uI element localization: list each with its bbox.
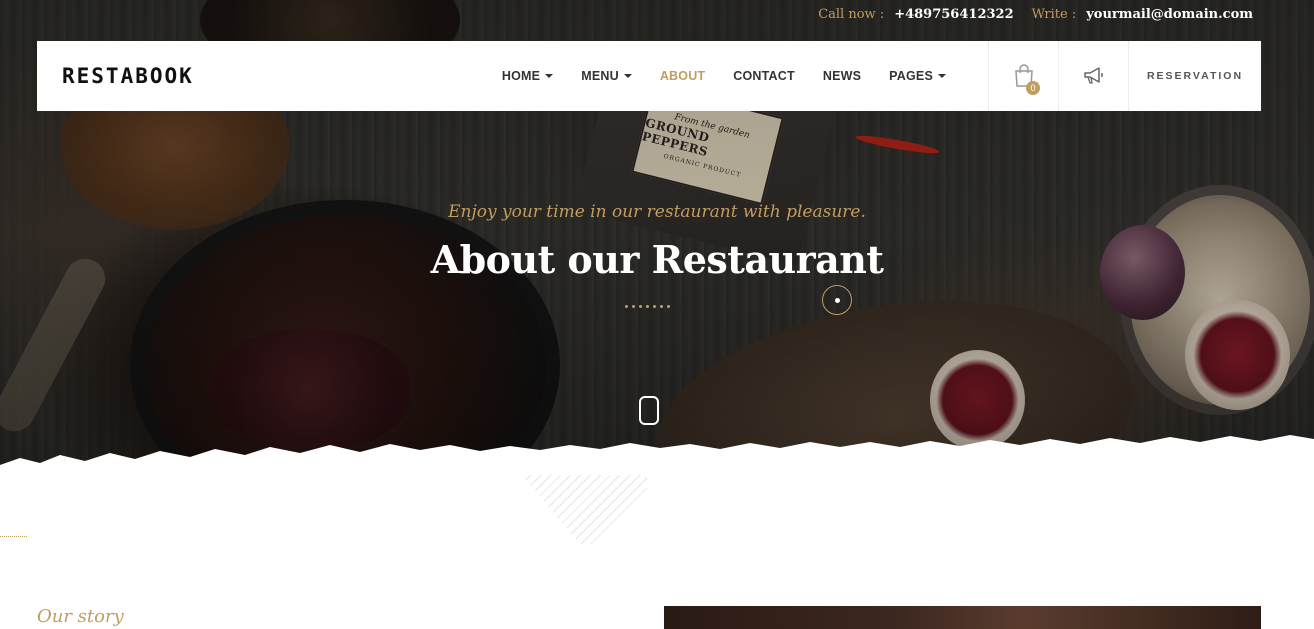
nav-label: PAGES <box>889 69 933 83</box>
caret-down-icon <box>938 74 946 78</box>
bag-label-line1: From the garden <box>673 111 751 141</box>
caret-down-icon <box>623 74 632 78</box>
chili-image <box>854 132 941 157</box>
page-title: About our Restaurant <box>430 237 884 282</box>
nav-item-menu[interactable]: MENU <box>567 69 646 83</box>
logo[interactable]: RESTABOOK <box>62 64 194 88</box>
nav-item-about[interactable]: ABOUT <box>646 69 719 83</box>
call-label: Call now : <box>818 7 885 22</box>
cart-count-badge: 0 <box>1026 81 1040 95</box>
story-image <box>664 606 1261 629</box>
nav-label: HOME <box>501 69 541 83</box>
main-header: RESTABOOK HOME MENU ABOUT CONTACT NEWS P… <box>37 41 1261 111</box>
scroll-down-icon[interactable] <box>639 396 659 425</box>
nav-label: MENU <box>581 69 619 83</box>
email-link[interactable]: yourmail@domain.com <box>1086 7 1253 22</box>
announcement-button[interactable] <box>1058 41 1128 111</box>
nav-label: NEWS <box>822 69 862 83</box>
nav-label: CONTACT <box>733 69 795 83</box>
bag-label-line2: GROUND PEPPERS <box>640 115 712 159</box>
hero-subtitle: Enjoy your time in our restaurant with p… <box>448 202 866 222</box>
reservation-button[interactable]: RESERVATION <box>1128 41 1261 111</box>
fig-half-image-2 <box>1185 300 1290 410</box>
decorative-dotted-line <box>0 536 27 537</box>
contact-bar: Call now : +489756412322 Write : yourmai… <box>818 7 1261 22</box>
phone-link[interactable]: +489756412322 <box>894 7 1013 22</box>
caret-down-icon <box>545 74 554 78</box>
nav-item-news[interactable]: NEWS <box>809 69 875 83</box>
nav-item-home[interactable]: HOME <box>488 69 567 83</box>
megaphone-icon <box>1083 67 1103 84</box>
bag-label-line3: ORGANIC PRODUCT <box>662 152 742 179</box>
nav-item-contact[interactable]: CONTACT <box>719 69 809 83</box>
title-divider-dots <box>625 305 670 308</box>
hero-dot-button[interactable] <box>822 285 852 315</box>
write-label: Write : <box>1031 7 1077 22</box>
torn-paper-divider <box>0 435 1314 475</box>
main-nav: HOME MENU ABOUT CONTACT NEWS PAGES <box>488 69 960 83</box>
nav-label: ABOUT <box>659 69 706 83</box>
nav-item-pages[interactable]: PAGES <box>875 69 960 83</box>
cart-button[interactable]: 0 <box>988 41 1058 111</box>
section-subtitle: Our story <box>37 606 124 627</box>
